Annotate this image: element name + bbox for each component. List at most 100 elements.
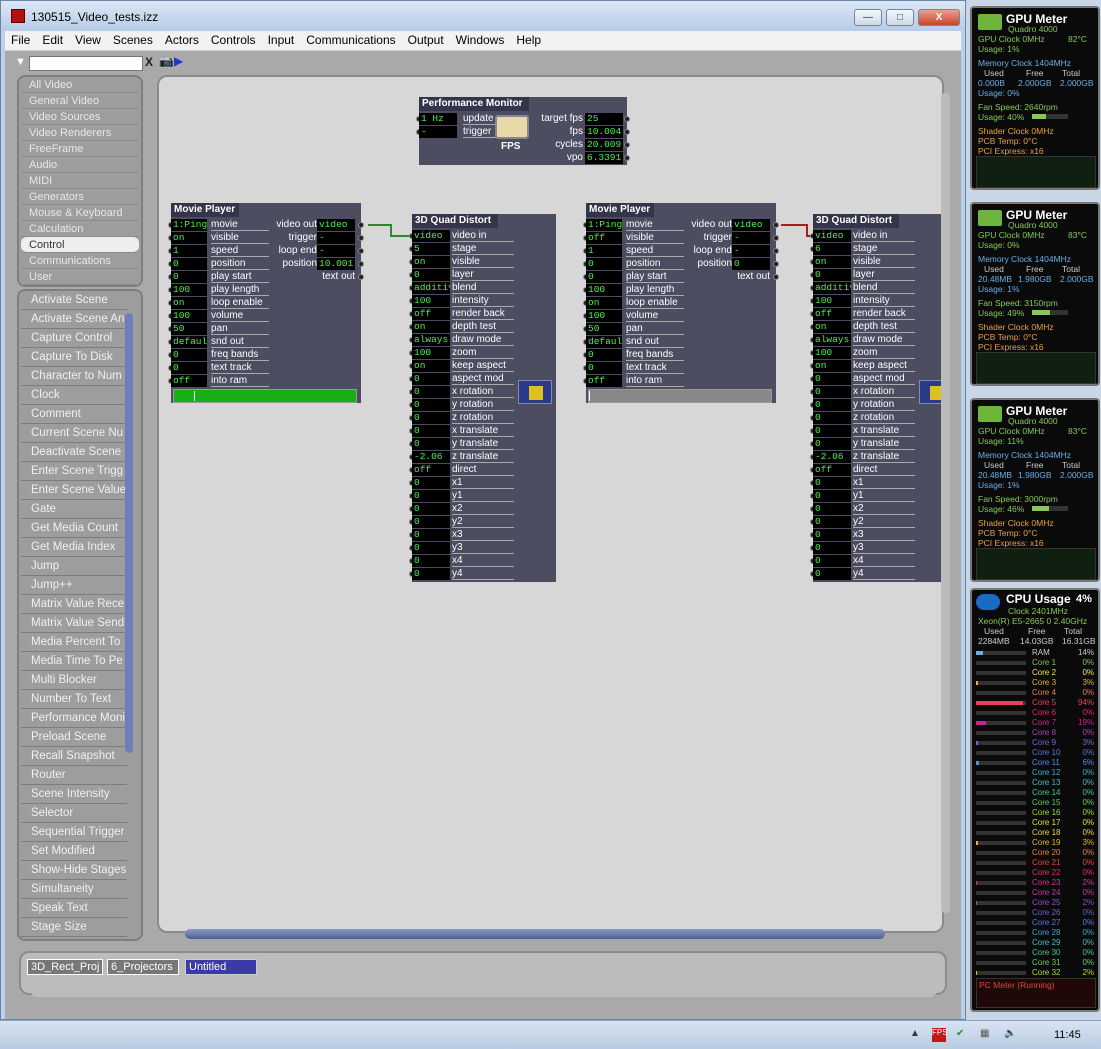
input-value[interactable]: 0 bbox=[813, 386, 851, 398]
actor-list-item[interactable]: Media Percent To bbox=[21, 633, 127, 652]
menu-help[interactable]: Help bbox=[510, 31, 547, 47]
input-value[interactable]: 0 bbox=[412, 542, 450, 554]
category-item[interactable]: Calculation bbox=[21, 221, 139, 237]
volume-icon[interactable]: 🔈 bbox=[1004, 1028, 1018, 1042]
category-item[interactable]: Generators bbox=[21, 189, 139, 205]
category-item[interactable]: Audio bbox=[21, 157, 139, 173]
movie-player-actor[interactable]: Movie Player1:Ping_movieonvisible1speed0… bbox=[168, 203, 364, 403]
input-value[interactable]: off bbox=[813, 308, 851, 320]
category-item[interactable]: General Video bbox=[21, 93, 139, 109]
menu-view[interactable]: View bbox=[69, 31, 107, 47]
input-value[interactable]: 5 bbox=[412, 243, 450, 255]
actor-list-item[interactable]: Enter Scene Value bbox=[21, 481, 127, 500]
input-value[interactable]: off bbox=[171, 375, 207, 387]
actor-list-item[interactable]: Clock bbox=[21, 386, 127, 405]
output-port[interactable] bbox=[773, 274, 779, 280]
category-item[interactable]: User bbox=[21, 269, 139, 285]
actor-list-scrollbar[interactable] bbox=[125, 313, 133, 753]
menu-edit[interactable]: Edit bbox=[36, 31, 69, 47]
input-value[interactable]: 100 bbox=[813, 347, 851, 359]
input-value[interactable]: 0 bbox=[412, 490, 450, 502]
quad-distort-actor[interactable]: 3D Quad Distort video video in 5 stage on visi… bbox=[409, 214, 556, 582]
actor-search-input[interactable] bbox=[29, 56, 143, 71]
menu-communications[interactable]: Communications bbox=[300, 31, 401, 47]
input-value[interactable]: 0 bbox=[412, 568, 450, 580]
input-value[interactable]: 0 bbox=[412, 412, 450, 424]
input-value[interactable]: 0 bbox=[171, 349, 207, 361]
actor-list-item[interactable]: Recall Snapshot bbox=[21, 747, 127, 766]
show-hidden-icons[interactable]: ▲ bbox=[910, 1028, 924, 1042]
actor-list-item[interactable]: Matrix Value Rece bbox=[21, 595, 127, 614]
input-value[interactable]: 0 bbox=[813, 373, 851, 385]
actor-list-item[interactable]: Get Media Index bbox=[21, 538, 127, 557]
clock[interactable]: 11:45 bbox=[1054, 1029, 1081, 1041]
input-value[interactable]: default bbox=[171, 336, 207, 348]
actor-list-item[interactable]: Stage Size bbox=[21, 918, 127, 937]
input-value[interactable]: 100 bbox=[412, 295, 450, 307]
input-value[interactable]: 0 bbox=[586, 362, 622, 374]
output-port[interactable] bbox=[624, 142, 630, 148]
scene-tab[interactable]: 6_Projectors bbox=[107, 959, 179, 975]
input-value[interactable]: on bbox=[586, 297, 622, 309]
input-value[interactable]: 100 bbox=[813, 295, 851, 307]
input-value[interactable]: 100 bbox=[412, 347, 450, 359]
input-value[interactable]: 6 bbox=[813, 243, 851, 255]
output-value[interactable]: 10.001 bbox=[317, 258, 355, 270]
performance-monitor-actor[interactable]: Performance Monitor 1 Hz update - trigger tar… bbox=[416, 97, 630, 165]
input-value[interactable]: off bbox=[412, 464, 450, 476]
clear-filter-button[interactable]: X bbox=[145, 55, 153, 69]
category-item[interactable]: Video Renderers bbox=[21, 125, 139, 141]
input-value[interactable]: 0 bbox=[171, 362, 207, 374]
actor-list-item[interactable]: Number To Text bbox=[21, 690, 127, 709]
actor-list-item[interactable]: Simultaneity bbox=[21, 880, 127, 899]
input-value[interactable]: on bbox=[813, 360, 851, 372]
horizontal-scrollbar[interactable] bbox=[177, 927, 937, 941]
input-value[interactable]: 0 bbox=[813, 490, 851, 502]
actor-list-item[interactable]: Current Scene Nu bbox=[21, 424, 127, 443]
input-value[interactable]: 0 bbox=[412, 503, 450, 515]
output-value[interactable]: - bbox=[732, 232, 770, 244]
output-port[interactable] bbox=[773, 248, 779, 254]
output-port[interactable] bbox=[624, 116, 630, 122]
actor-list-item[interactable]: Activate Scene bbox=[21, 291, 127, 310]
input-value[interactable]: 50 bbox=[171, 323, 207, 335]
actor-list-item[interactable]: Character to Num bbox=[21, 367, 127, 386]
input-value[interactable]: 0 bbox=[586, 258, 622, 270]
input-value[interactable]: on bbox=[813, 321, 851, 333]
output-port[interactable] bbox=[773, 222, 779, 228]
scene-tab[interactable]: Untitled bbox=[185, 959, 257, 975]
output-value[interactable]: - bbox=[732, 245, 770, 257]
actor-list-item[interactable]: Capture Control bbox=[21, 329, 127, 348]
input-value[interactable]: 1 Hz bbox=[419, 113, 457, 125]
input-value[interactable]: 1 bbox=[586, 245, 622, 257]
input-value[interactable]: 0 bbox=[813, 399, 851, 411]
actor-list-item[interactable]: Scene Intensity bbox=[21, 785, 127, 804]
actor-list-item[interactable]: Speak Text bbox=[21, 899, 127, 918]
input-value[interactable]: default bbox=[586, 336, 622, 348]
input-value[interactable]: 0 bbox=[412, 555, 450, 567]
actor-list-item[interactable]: Comment bbox=[21, 405, 127, 424]
category-item[interactable]: All Video bbox=[21, 77, 139, 93]
scene-tab[interactable]: 3D_Rect_Proj bbox=[27, 959, 103, 975]
input-value[interactable]: on bbox=[813, 256, 851, 268]
category-item[interactable]: Communications bbox=[21, 253, 139, 269]
actor-list-item[interactable]: Performance Moni bbox=[21, 709, 127, 728]
output-port[interactable] bbox=[358, 261, 364, 267]
input-value[interactable]: off bbox=[813, 464, 851, 476]
input-value[interactable]: off bbox=[586, 232, 622, 244]
input-value[interactable]: video bbox=[412, 230, 450, 242]
actor-list-item[interactable]: Preload Scene bbox=[21, 728, 127, 747]
actor-list-item[interactable]: Media Time To Pe bbox=[21, 652, 127, 671]
output-value[interactable]: 6.3391 bbox=[585, 152, 623, 164]
actor-list-item[interactable]: Sequential Trigger bbox=[21, 823, 127, 842]
category-item[interactable]: Video Sources bbox=[21, 109, 139, 125]
input-value[interactable]: 0 bbox=[412, 425, 450, 437]
scene-list-scrollbar[interactable] bbox=[31, 987, 936, 997]
input-value[interactable]: video bbox=[813, 230, 851, 242]
snapshot-icon[interactable]: 📷▶ bbox=[159, 54, 183, 68]
input-value[interactable]: 0 bbox=[412, 269, 450, 281]
output-value[interactable]: video bbox=[732, 219, 770, 231]
output-port[interactable] bbox=[358, 222, 364, 228]
input-value[interactable]: 0 bbox=[813, 555, 851, 567]
input-value[interactable]: 100 bbox=[171, 284, 207, 296]
